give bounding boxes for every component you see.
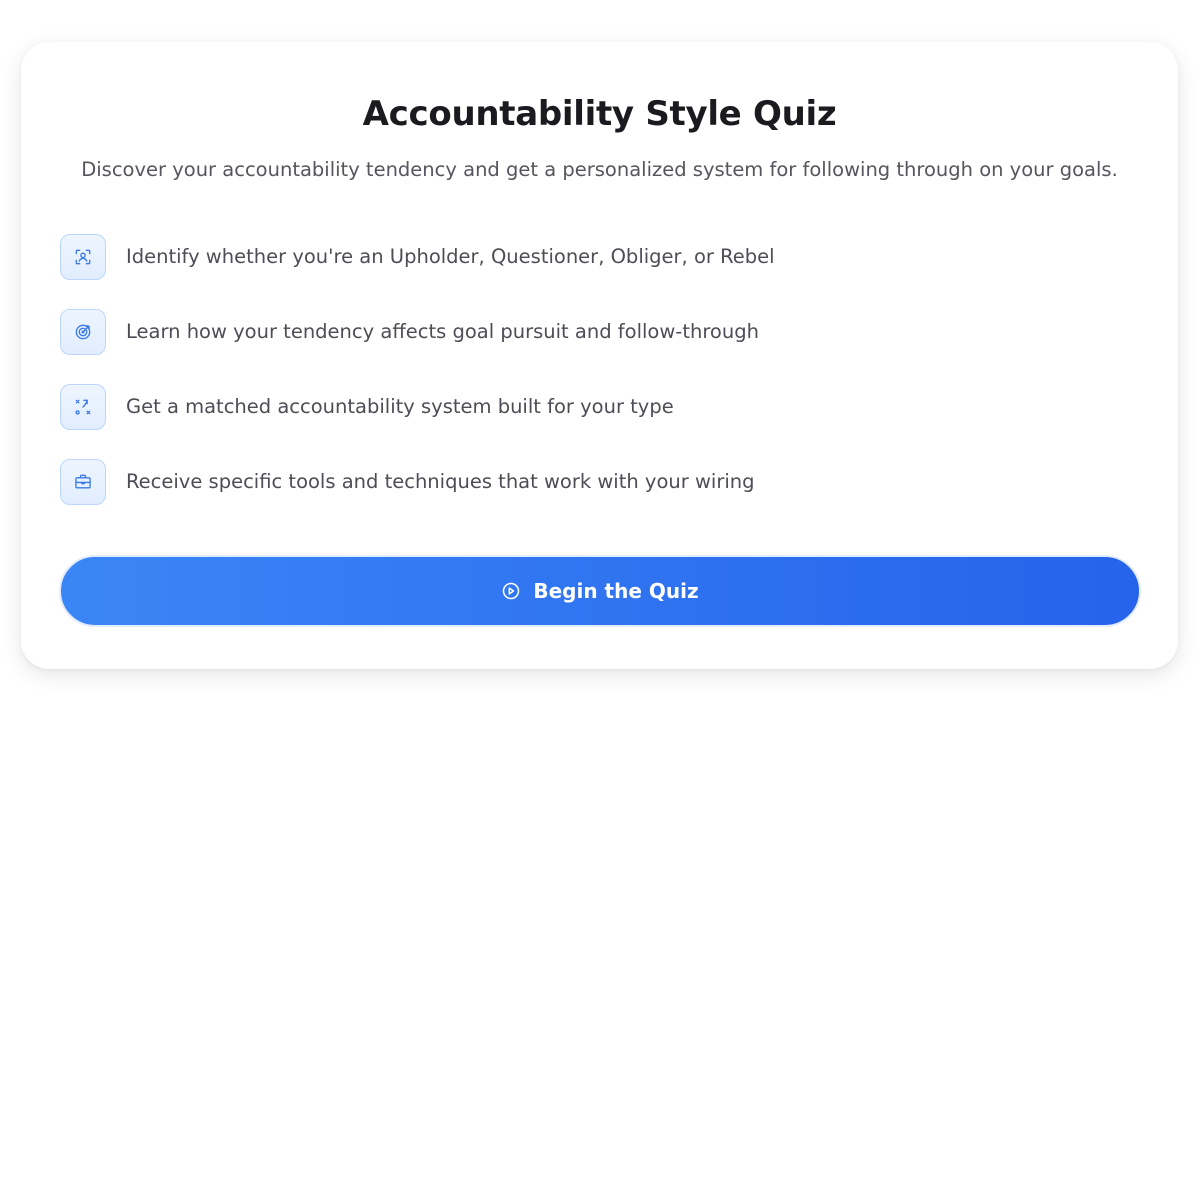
page-subtitle: Discover your accountability tendency an… <box>81 158 1118 181</box>
target-icon <box>60 309 106 355</box>
briefcase-icon <box>60 459 106 505</box>
feature-item-tendency: Identify whether you're an Upholder, Que… <box>60 233 1120 281</box>
page-title: Accountability Style Quiz <box>362 94 837 134</box>
feature-text: Receive specific tools and techniques th… <box>126 470 755 493</box>
play-circle-icon <box>501 581 521 601</box>
feature-item-goal-pursuit: Learn how your tendency affects goal pur… <box>60 308 1120 356</box>
feature-list: Identify whether you're an Upholder, Que… <box>60 233 1120 533</box>
person-scan-icon <box>60 234 106 280</box>
quiz-intro-card: Accountability Style Quiz Discover your … <box>21 42 1178 669</box>
feature-item-tools: Receive specific tools and techniques th… <box>60 458 1120 506</box>
feature-text: Identify whether you're an Upholder, Que… <box>126 245 775 268</box>
feature-text: Get a matched accountability system buil… <box>126 395 674 418</box>
feature-item-system: Get a matched accountability system buil… <box>60 383 1120 431</box>
strategy-icon <box>60 384 106 430</box>
feature-text: Learn how your tendency affects goal pur… <box>126 320 759 343</box>
begin-quiz-button[interactable]: Begin the Quiz <box>59 555 1141 627</box>
begin-quiz-label: Begin the Quiz <box>533 579 699 603</box>
